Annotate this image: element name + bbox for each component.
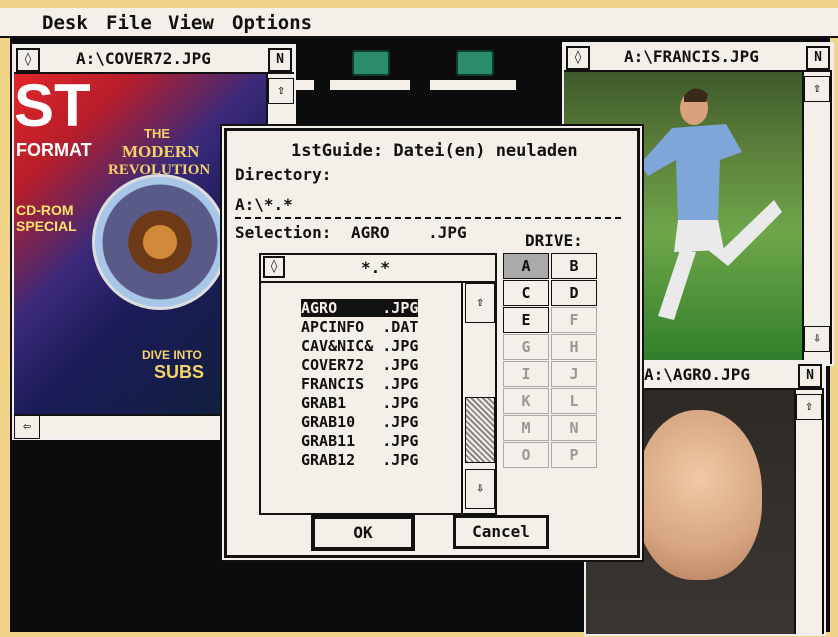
portrait-face	[636, 410, 762, 580]
cover-format-word: FORMAT	[16, 140, 92, 160]
window-cover72-titlebar[interactable]: ◊ A:\COVER72.JPG N	[14, 46, 294, 74]
drive-button-b[interactable]: B	[551, 253, 597, 279]
file-list-item[interactable]: FRANCIS .JPG	[301, 375, 418, 393]
file-list-item[interactable]: GRAB10 .JPG	[301, 413, 418, 431]
file-list-item[interactable]: GRAB12 .JPG	[301, 451, 418, 469]
file-selector-dialog: 1stGuide: Datei(en) neuladen Directory: …	[224, 128, 640, 558]
window-agro-title: A:\AGRO.JPG	[644, 365, 750, 384]
drive-icon-a-label	[330, 80, 410, 90]
cover-cdrom-1: CD-ROM	[16, 202, 74, 218]
file-filter-pattern: *.*	[361, 258, 390, 277]
scroll-up-arrow-icon[interactable]: ⇧	[268, 78, 294, 104]
cd-disc-image	[92, 174, 228, 310]
footballer-figure	[640, 88, 782, 320]
window-cover72-title: A:\COVER72.JPG	[76, 49, 211, 68]
drive-selector: ABCDEFGHIJKLMNOP	[503, 253, 599, 475]
menu-file[interactable]: File	[106, 12, 152, 34]
scroll-down-arrow-icon[interactable]: ⇩	[465, 469, 495, 509]
file-list-scrollbar[interactable]: ⇧ ⇩	[461, 281, 497, 513]
cancel-button[interactable]: Cancel	[453, 515, 549, 549]
file-list-item[interactable]: GRAB11 .JPG	[301, 432, 418, 450]
drive-icon-a[interactable]	[352, 50, 390, 76]
fuller-box-icon[interactable]: N	[798, 364, 822, 388]
menu-options[interactable]: Options	[232, 12, 312, 34]
selection-label: Selection:	[235, 223, 332, 242]
selection-field[interactable]: AGRO .JPG	[351, 223, 479, 245]
drive-button-p: P	[551, 442, 597, 468]
drive-button-j: J	[551, 361, 597, 387]
drive-button-k: K	[503, 388, 549, 414]
window-francis-titlebar[interactable]: ◊ A:\FRANCIS.JPG N	[564, 44, 832, 72]
scroll-up-arrow-icon[interactable]: ⇧	[465, 283, 495, 323]
file-list-item[interactable]: AGRO .JPG	[301, 299, 419, 317]
cover-headline-1: THE	[144, 126, 170, 141]
dialog-title: 1stGuide: Datei(en) neuladen	[291, 141, 578, 161]
file-list-item[interactable]: CAV&NIC& .JPG	[301, 337, 418, 355]
scroll-up-arrow-icon[interactable]: ⇧	[796, 394, 822, 420]
drive-button-e[interactable]: E	[503, 307, 549, 333]
selection-value: AGRO .JPG	[351, 223, 467, 242]
drive-button-o: O	[503, 442, 549, 468]
drive-button-f: F	[551, 307, 597, 333]
cover-cdrom-2: SPECIAL	[16, 218, 77, 234]
drive-button-n: N	[551, 415, 597, 441]
close-box-icon[interactable]: ◊	[16, 48, 40, 72]
drive-button-h: H	[551, 334, 597, 360]
scroll-down-arrow-icon[interactable]: ⇩	[804, 326, 830, 352]
desktop-bar	[296, 80, 314, 90]
file-filter-bar[interactable]: ◊ *.*	[261, 255, 495, 283]
cover-subs: SUBS	[154, 362, 205, 382]
window-agro-vscroll[interactable]: ⇧	[794, 390, 822, 634]
drive-button-a[interactable]: A	[503, 253, 549, 279]
scroll-up-arrow-icon[interactable]: ⇧	[804, 76, 830, 102]
file-list-item[interactable]: GRAB1 .JPG	[301, 394, 418, 412]
drive-button-i: I	[503, 361, 549, 387]
drive-button-l: L	[551, 388, 597, 414]
scroll-left-arrow-icon[interactable]: ⇦	[14, 415, 40, 439]
window-francis-vscroll[interactable]: ⇧ ⇩	[802, 72, 830, 364]
drive-icon-b[interactable]	[456, 50, 494, 76]
parent-dir-close-icon[interactable]: ◊	[263, 256, 285, 278]
cover-masthead: ST	[14, 72, 91, 139]
menu-desk[interactable]: Desk	[42, 12, 88, 34]
drive-button-c[interactable]: C	[503, 280, 549, 306]
ok-button[interactable]: OK	[311, 515, 415, 551]
file-list-item[interactable]: APCINFO .DAT	[301, 318, 418, 336]
fuller-box-icon[interactable]: N	[268, 48, 292, 72]
drive-button-d[interactable]: D	[551, 280, 597, 306]
window-francis-title: A:\FRANCIS.JPG	[624, 47, 759, 66]
cover-dive: DIVE INTO	[142, 348, 202, 362]
directory-field[interactable]: A:\*.*	[235, 195, 621, 219]
drive-icon-b-label	[430, 80, 516, 90]
drive-button-m: M	[503, 415, 549, 441]
fuller-box-icon[interactable]: N	[806, 46, 830, 70]
cover-headline-2: MODERN	[122, 142, 200, 161]
file-list-scroll-thumb[interactable]	[465, 397, 495, 463]
cover-headline-3: REVOLUTION	[108, 162, 211, 178]
drive-button-g: G	[503, 334, 549, 360]
directory-value: A:\*.*	[235, 195, 293, 214]
directory-label: Directory:	[235, 165, 332, 184]
file-list-box: ◊ *.* AGRO .JPG APCINFO .DAT CAV&NIC& .JPG…	[259, 253, 497, 515]
menu-view[interactable]: View	[168, 12, 214, 34]
file-list-item[interactable]: COVER72 .JPG	[301, 356, 418, 374]
close-box-icon[interactable]: ◊	[566, 46, 590, 70]
drive-label: DRIVE:	[525, 231, 583, 250]
menu-bar: Desk File View Options	[0, 8, 838, 38]
